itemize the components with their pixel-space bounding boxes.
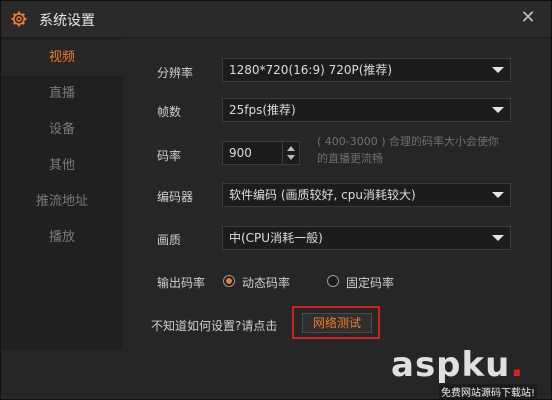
close-icon[interactable]: ✕	[519, 9, 537, 27]
fps-value: 25fps(推荐)	[229, 103, 296, 117]
watermark-logo: aspku.	[391, 345, 525, 385]
quality-select[interactable]: 中(CPU消耗一般)	[222, 226, 511, 250]
network-test-button[interactable]: 网络测试	[302, 313, 372, 333]
encoder-value: 软件编码 (画质较好, cpu消耗较大)	[229, 188, 416, 202]
quality-value: 中(CPU消耗一般)	[229, 231, 323, 245]
watermark-tagline: 免费网站源码下载站!	[439, 384, 538, 399]
sidebar-item-video[interactable]: 视频	[1, 40, 123, 76]
sidebar-item-live[interactable]: 直播	[1, 76, 123, 112]
gear-icon	[11, 11, 27, 27]
resolution-label: 分辨率	[157, 66, 194, 80]
bitrate-value: 900	[229, 146, 252, 160]
settings-sidebar: 视频 直播 设备 其他 推流地址 播放	[1, 38, 123, 350]
dynamic-bitrate-radio[interactable]	[223, 275, 235, 287]
resolution-value: 1280*720(16:9) 720P(推荐)	[229, 63, 393, 77]
sidebar-item-stream-url[interactable]: 推流地址	[1, 184, 123, 220]
highlight-box: 网络测试	[292, 306, 380, 339]
fixed-bitrate-radio[interactable]	[327, 275, 339, 287]
encoder-select[interactable]: 软件编码 (画质较好, cpu消耗较大)	[222, 183, 511, 207]
chevron-down-icon	[492, 107, 504, 113]
output-bitrate-label: 输出码率	[157, 276, 206, 290]
window-title: 系统设置	[39, 13, 95, 29]
chevron-down-icon	[492, 192, 504, 198]
watermark-brand: aspku	[391, 345, 511, 385]
quality-label: 画质	[157, 233, 182, 247]
decrement-icon[interactable]	[287, 155, 295, 160]
fps-select[interactable]: 25fps(推荐)	[222, 98, 511, 122]
bitrate-label: 码率	[157, 149, 182, 163]
encoder-label: 编码器	[157, 190, 194, 204]
title-bar: 系统设置 ✕	[1, 1, 551, 38]
settings-window: 系统设置 ✕ 视频 直播 设备 其他 推流地址 播放 分辨率 1280*720(…	[0, 0, 552, 400]
sidebar-item-playback[interactable]: 播放	[1, 220, 123, 256]
sidebar-item-other[interactable]: 其他	[1, 148, 123, 184]
chevron-down-icon	[492, 67, 504, 73]
stepper-buttons	[282, 142, 299, 164]
resolution-select[interactable]: 1280*720(16:9) 720P(推荐)	[222, 58, 511, 82]
help-text: 不知道如何设置?请点击	[151, 319, 278, 333]
dynamic-bitrate-label[interactable]: 动态码率	[242, 274, 290, 291]
bitrate-stepper[interactable]: 900	[222, 141, 300, 165]
bitrate-hint: ( 400-3000 ) 合理的码率大小会使你的直播更流畅	[317, 135, 500, 165]
chevron-down-icon	[492, 235, 504, 241]
fixed-bitrate-label[interactable]: 固定码率	[346, 274, 394, 291]
sidebar-item-device[interactable]: 设备	[1, 112, 123, 148]
site-watermark: aspku. 免费网站源码下载站!	[381, 339, 551, 399]
fps-label: 帧数	[157, 105, 182, 119]
increment-icon[interactable]	[287, 146, 295, 151]
